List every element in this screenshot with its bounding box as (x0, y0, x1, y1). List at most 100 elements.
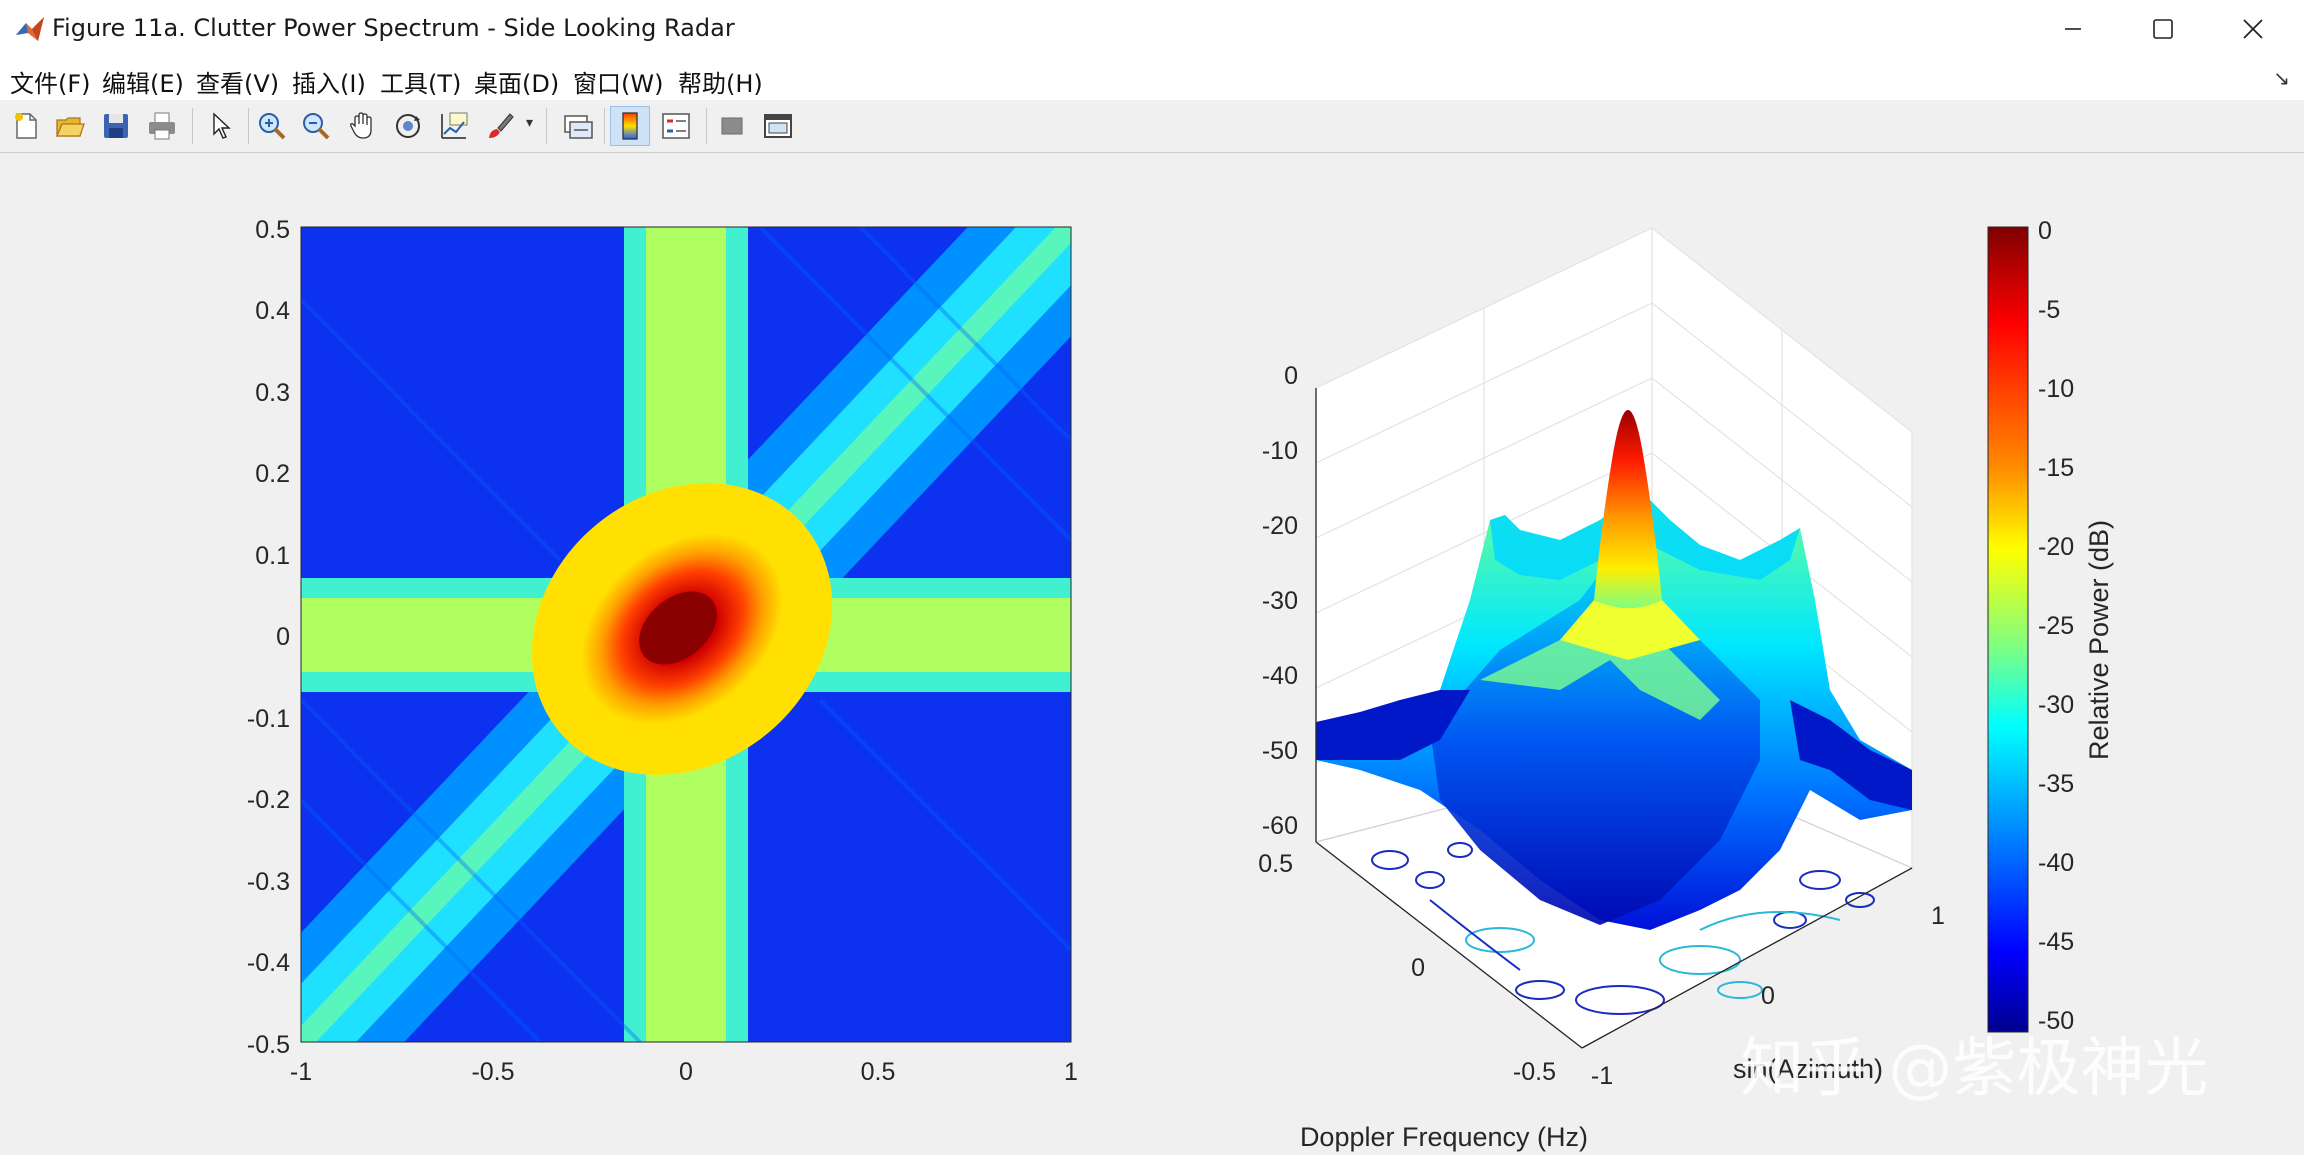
rotate-3d-button[interactable] (388, 106, 428, 146)
toolbar-separator (248, 108, 249, 144)
brush-dropdown-icon[interactable]: ▾ (526, 114, 533, 131)
toolbar-separator (706, 108, 707, 144)
zoom-out-icon (303, 113, 330, 140)
brush-button[interactable] (480, 106, 520, 146)
figure-canvas[interactable]: 0.5 0.4 0.3 0.2 0.1 0 -0.1 -0.2 -0.3 -0.… (0, 152, 2304, 1155)
surface-axes: 0 -10 -20 -30 -40 -50 -60 0.5 0 -0.5 1 0… (1258, 226, 1945, 1152)
heatmap-y-tick: -0.5 (247, 1031, 290, 1059)
toolbar-separator (192, 108, 193, 144)
hide-plot-tools-button[interactable] (712, 106, 752, 146)
colorbar-tick: -25 (2038, 612, 2074, 640)
surface-z-tick: -60 (1262, 812, 1298, 840)
maximize-icon (2153, 19, 2173, 39)
heatmap-y-tick: 0.3 (255, 379, 290, 407)
colorbar-button[interactable] (610, 106, 650, 146)
menu-edit[interactable]: 编辑(E) (102, 64, 184, 99)
show-plot-tools-button[interactable] (758, 106, 798, 146)
watermark: 知乎 @紫极神光 (1740, 1032, 2208, 1106)
data-cursor-icon (441, 112, 468, 139)
colorbar-tick: -5 (2038, 296, 2060, 324)
colorbar-icon (622, 112, 638, 140)
link-plot-button[interactable] (558, 106, 598, 146)
menu-bar: 文件(F) 编辑(E) 查看(V) 插入(I) 工具(T) 桌面(D) 窗口(W… (0, 58, 2304, 101)
surface-z-tick: -40 (1262, 662, 1298, 690)
surface-z-tick: -50 (1262, 737, 1298, 765)
surface-azimuth-tick: 1 (1931, 902, 1945, 930)
print-icon (149, 112, 175, 140)
colorbar-tick: -40 (2038, 849, 2074, 877)
menu-tools[interactable]: 工具(T) (380, 64, 461, 99)
rotate-3d-icon (396, 114, 420, 138)
toolbar-separator (604, 108, 605, 144)
colorbar-gradient (1987, 226, 2029, 1033)
heatmap-y-tick: 0.2 (255, 460, 290, 488)
surface-doppler-label: Doppler Frequency (Hz) (1300, 1122, 1588, 1152)
heatmap-y-tick: -0.2 (247, 786, 290, 814)
colorbar-tick: -45 (2038, 928, 2074, 956)
heatmap-y-tick: 0 (276, 623, 290, 651)
window-title: Figure 11a. Clutter Power Spectrum - Sid… (52, 14, 735, 42)
pointer-button[interactable] (200, 106, 240, 146)
hide-plot-tools-icon (721, 117, 743, 135)
zoom-out-button[interactable] (296, 106, 336, 146)
save-icon (104, 114, 128, 138)
menu-file[interactable]: 文件(F) (10, 64, 91, 99)
toolbar-separator (546, 108, 547, 144)
heatmap-y-tick: -0.4 (247, 949, 290, 977)
heatmap-axes: 0.5 0.4 0.3 0.2 0.1 0 -0.1 -0.2 -0.3 -0.… (247, 216, 1078, 1086)
legend-icon (662, 113, 690, 139)
surface-z-tick: -10 (1262, 437, 1298, 465)
menu-view[interactable]: 查看(V) (196, 64, 279, 99)
colorbar-ticks: 0 -5 -10 -15 -20 -25 -30 -35 -40 -45 -50 (2038, 217, 2074, 1035)
close-button[interactable] (2208, 0, 2298, 58)
colorbar-tick: -20 (2038, 533, 2074, 561)
menu-window[interactable]: 窗口(W) (573, 64, 663, 99)
heatmap-x-ticks: -1 -0.5 0 0.5 1 (290, 1058, 1078, 1086)
pan-icon (350, 112, 372, 139)
open-file-button[interactable] (50, 106, 90, 146)
heatmap-y-tick: 0.1 (255, 542, 290, 570)
colorbar-tick: 0 (2038, 217, 2052, 245)
heatmap-x-tick: -0.5 (471, 1058, 514, 1086)
zoom-in-button[interactable] (252, 106, 292, 146)
pan-button[interactable] (342, 106, 382, 146)
surface-doppler-tick: 0 (1411, 954, 1425, 982)
menu-insert[interactable]: 插入(I) (292, 64, 366, 99)
show-plot-tools-icon (764, 114, 792, 138)
colorbar-label: Relative Power (dB) (2084, 520, 2114, 760)
close-icon (2243, 19, 2263, 39)
new-figure-button[interactable] (6, 106, 46, 146)
heatmap-y-tick: -0.1 (247, 705, 290, 733)
surface-z-tick: -30 (1262, 587, 1298, 615)
heatmap-y-tick: -0.3 (247, 868, 290, 896)
heatmap-y-tick: 0.5 (255, 216, 290, 244)
save-button[interactable] (96, 106, 136, 146)
print-button[interactable] (142, 106, 182, 146)
heatmap-x-tick: 0.5 (861, 1058, 896, 1086)
heatmap-y-tick: 0.4 (255, 297, 290, 325)
surface-doppler-tick: -0.5 (1513, 1058, 1556, 1086)
surface-z-tick: -20 (1262, 512, 1298, 540)
menu-help[interactable]: 帮助(H) (678, 64, 763, 99)
colorbar-tick: -35 (2038, 770, 2074, 798)
colorbar-tick: -30 (2038, 691, 2074, 719)
new-figure-icon (15, 113, 37, 139)
colorbar: 0 -5 -10 -15 -20 -25 -30 -35 -40 -45 -50… (1987, 217, 2114, 1035)
colorbar-tick: -10 (2038, 375, 2074, 403)
toolbar: ▾ (0, 100, 2304, 153)
colorbar-tick: -50 (2038, 1007, 2074, 1035)
link-icon (564, 115, 593, 139)
minimize-button[interactable] (2028, 0, 2118, 58)
maximize-button[interactable] (2118, 0, 2208, 58)
brush-icon (489, 113, 514, 138)
menu-desktop[interactable]: 桌面(D) (474, 64, 559, 99)
surface-doppler-tick: 0.5 (1258, 850, 1293, 878)
open-icon (56, 117, 85, 137)
zoom-in-icon (259, 113, 286, 140)
legend-button[interactable] (656, 106, 696, 146)
pointer-icon (213, 112, 231, 139)
colorbar-tick: -15 (2038, 454, 2074, 482)
dock-arrow-icon[interactable]: ↘ (2273, 66, 2290, 91)
data-cursor-button[interactable] (434, 106, 474, 146)
heatmap-y-ticks: 0.5 0.4 0.3 0.2 0.1 0 -0.1 -0.2 -0.3 -0.… (247, 216, 290, 1059)
